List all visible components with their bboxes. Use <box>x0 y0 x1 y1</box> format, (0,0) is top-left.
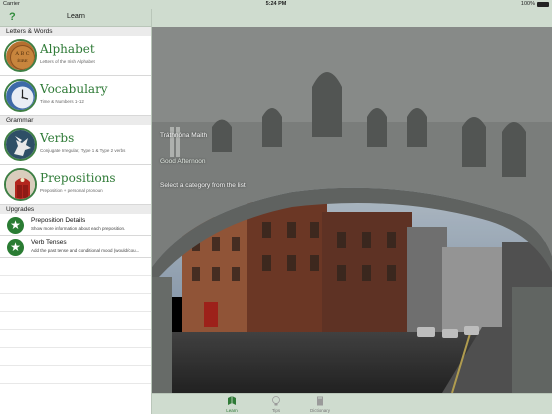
tab-dictionary[interactable]: Dictionary <box>300 395 340 413</box>
upgrade-item-preposition-details[interactable]: ★ Preposition Details Show more informat… <box>0 214 151 236</box>
list-item-prepositions[interactable]: Prepositions Preposition + personal pron… <box>0 165 151 205</box>
section-header-letters-words: Letters & Words <box>0 27 151 36</box>
door-icon <box>4 168 37 201</box>
section-header-upgrades: Upgrades <box>0 205 151 214</box>
background-photo <box>152 27 552 393</box>
empty-row <box>0 258 151 276</box>
empty-row <box>0 276 151 294</box>
select-category-prompt: Select a category from the list <box>160 182 246 189</box>
status-bar: Carrier 5:24 PM 100% <box>0 0 552 9</box>
upgrade-title: Verb Tenses <box>31 239 67 246</box>
battery-status: 100% <box>521 1 549 7</box>
tab-tips[interactable]: Tips <box>256 395 296 413</box>
upgrade-item-verb-tenses[interactable]: ★ Verb Tenses Add the past tense and con… <box>0 236 151 258</box>
sidebar-nav-bar: ? Learn <box>0 9 151 27</box>
empty-row <box>0 294 151 312</box>
sidebar: ? Learn Letters & Words A B C ÉIRE Alpha… <box>0 9 152 414</box>
tab-learn[interactable]: Learn <box>212 395 252 413</box>
empty-row <box>0 312 151 330</box>
page-title: Learn <box>67 13 85 20</box>
row-subtitle: Preposition + personal pronoun <box>40 188 103 193</box>
empty-row <box>0 348 151 366</box>
lightbulb-icon <box>272 396 280 406</box>
star-icon: ★ <box>7 239 24 256</box>
battery-icon <box>537 1 549 7</box>
row-title: Verbs <box>40 131 75 145</box>
status-time: 5:24 PM <box>265 1 287 7</box>
pegasus-icon <box>4 128 37 161</box>
svg-text:A B C: A B C <box>14 51 29 57</box>
greeting-english: Good Afternoon <box>160 158 206 165</box>
upgrade-title: Preposition Details <box>31 217 86 224</box>
tab-bar: Learn Tips Dictionary <box>152 393 552 414</box>
row-title: Alphabet <box>40 42 95 56</box>
star-icon: ★ <box>7 217 24 234</box>
dictionary-icon <box>317 396 323 406</box>
book-icon <box>228 396 236 405</box>
tab-label: Learn <box>226 408 238 413</box>
section-header-grammar: Grammar <box>0 116 151 125</box>
upgrade-subtitle: Add the past tense and conditional mood … <box>31 248 140 253</box>
tab-label: Tips <box>271 408 281 413</box>
row-subtitle: Letters of the Irish Alphabet <box>40 59 95 64</box>
detail-pane: Tráthnóna Maith Good Afternoon Select a … <box>152 9 552 393</box>
detail-nav-bar <box>152 9 552 27</box>
upgrade-subtitle: Show more information about each preposi… <box>31 226 126 231</box>
list-item-verbs[interactable]: Verbs Conjugate Irregular, Type 1 & Type… <box>0 125 151 165</box>
row-title: Prepositions <box>40 171 116 185</box>
greeting-irish: Tráthnóna Maith <box>160 132 208 139</box>
alphabet-coin-icon: A B C ÉIRE <box>4 39 37 72</box>
row-title: Vocabulary <box>40 82 108 96</box>
empty-row <box>0 366 151 384</box>
list-item-vocabulary[interactable]: Vocabulary Time & Numbers 1-12 <box>0 76 151 116</box>
row-subtitle: Conjugate Irregular, Type 1 & Type 2 ver… <box>40 148 126 153</box>
clock-icon <box>4 79 37 112</box>
svg-text:ÉIRE: ÉIRE <box>17 58 28 63</box>
battery-percent: 100% <box>520 1 535 7</box>
empty-row <box>0 330 151 348</box>
list-item-alphabet[interactable]: A B C ÉIRE Alphabet Letters of the Irish… <box>0 36 151 76</box>
row-subtitle: Time & Numbers 1-12 <box>40 99 84 104</box>
tab-label: Dictionary <box>309 408 330 413</box>
